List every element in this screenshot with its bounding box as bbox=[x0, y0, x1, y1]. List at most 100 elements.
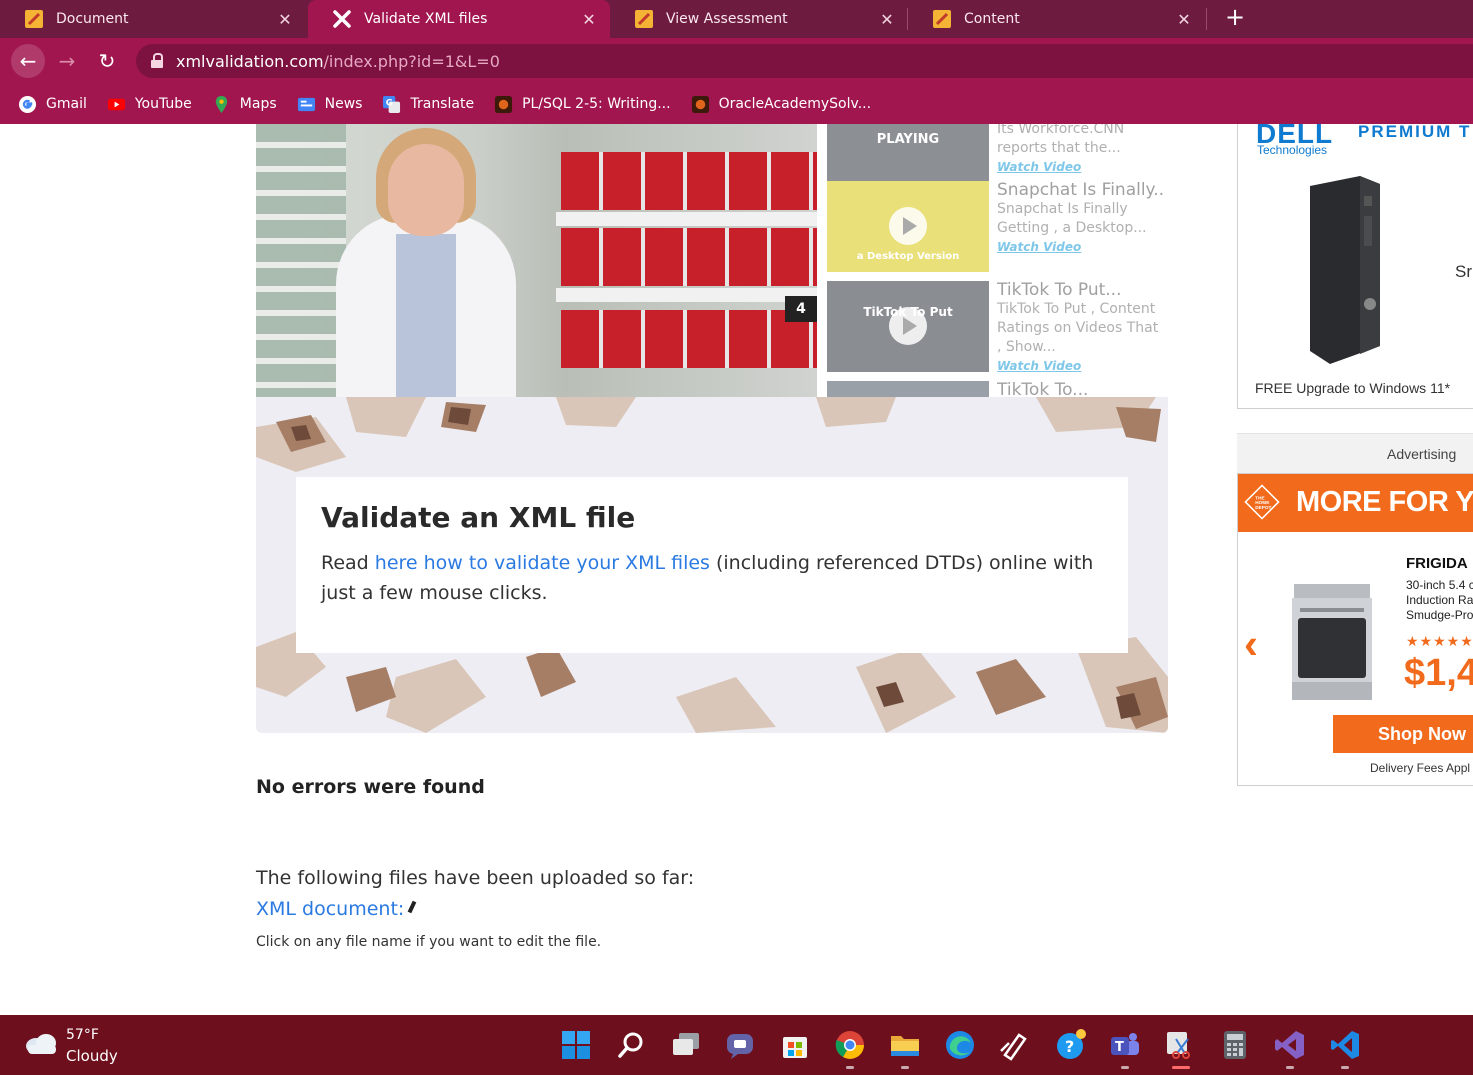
playlist-thumbnail[interactable]: a Desktop Version bbox=[827, 181, 989, 272]
address-bar[interactable]: xmlvalidation.com/index.php?id=1&L=0 bbox=[136, 44, 1473, 78]
tab-title: Validate XML files bbox=[364, 11, 488, 27]
cloud-icon[interactable] bbox=[24, 1031, 58, 1055]
bookmark-label: Translate bbox=[410, 96, 475, 112]
banner-text: MORE FOR YOU bbox=[1296, 486, 1473, 518]
translate-icon: G bbox=[383, 95, 401, 113]
video-background bbox=[556, 288, 817, 302]
bookmark-translate[interactable]: G Translate bbox=[382, 95, 474, 114]
bookmark-label: Maps bbox=[239, 96, 277, 112]
close-icon[interactable]: ✕ bbox=[580, 10, 598, 29]
file-explorer-icon[interactable] bbox=[889, 1029, 921, 1061]
play-icon[interactable] bbox=[889, 207, 927, 245]
video-presenter bbox=[396, 234, 456, 397]
shop-now-button[interactable]: Shop Now bbox=[1333, 715, 1473, 753]
advertising-label: Advertising bbox=[1387, 446, 1457, 462]
calculator-icon[interactable] bbox=[1219, 1029, 1251, 1061]
product-description: 30-inch 5.4 c Induction Ra Smudge-Pro bbox=[1406, 578, 1473, 623]
oracle-icon bbox=[495, 95, 513, 113]
teams-icon[interactable]: T bbox=[1109, 1029, 1141, 1061]
bookmark-label: Gmail bbox=[46, 96, 87, 112]
file-name[interactable]: XML document: bbox=[256, 898, 404, 920]
tab-document[interactable]: Document ✕ bbox=[0, 0, 306, 38]
close-icon[interactable]: ✕ bbox=[1175, 10, 1193, 29]
weather-condition[interactable]: Cloudy bbox=[66, 1047, 118, 1065]
running-indicator bbox=[901, 1066, 909, 1069]
vscode-icon[interactable] bbox=[1329, 1029, 1361, 1061]
close-icon[interactable]: ✕ bbox=[878, 10, 896, 29]
playlist-item[interactable]: TikTok To... bbox=[827, 381, 1167, 397]
search-icon[interactable] bbox=[615, 1029, 647, 1061]
bookmark-news[interactable]: News bbox=[297, 95, 363, 114]
teams-chat-icon[interactable] bbox=[724, 1029, 756, 1061]
playlist-item[interactable]: a Desktop Version Snapchat Is Finally...… bbox=[827, 181, 1167, 276]
tab-title: View Assessment bbox=[666, 11, 788, 27]
thumbnail-caption: a Desktop Version bbox=[856, 251, 960, 262]
bookmark-maps[interactable]: Maps bbox=[212, 95, 277, 114]
homedepot-logo: THE HOME DEPOT bbox=[1244, 484, 1280, 520]
visual-studio-icon[interactable] bbox=[1274, 1029, 1306, 1061]
bookmark-youtube[interactable]: YouTube bbox=[107, 95, 192, 114]
tab-content[interactable]: Content ✕ bbox=[908, 0, 1205, 38]
dell-tagline: Technologies bbox=[1257, 143, 1328, 157]
tab-view-assessment[interactable]: View Assessment ✕ bbox=[610, 0, 908, 38]
playlist-item[interactable]: TikTok To Put TikTok To Put... TikTok To… bbox=[827, 281, 1167, 376]
video-background bbox=[256, 124, 346, 397]
playlist-thumbnail[interactable]: TikTok To Put bbox=[827, 281, 989, 372]
url-path: /index.php?id=1&L=0 bbox=[323, 51, 500, 71]
playlist-title: TikTok To Put... bbox=[997, 281, 1122, 300]
snipping-tool-icon[interactable] bbox=[1164, 1029, 1196, 1061]
taskbar: 57°F Cloudy ? T bbox=[0, 1015, 1473, 1075]
uploaded-files-label: The following files have been uploaded s… bbox=[256, 867, 695, 889]
how-to-validate-link[interactable]: here how to validate your XML files bbox=[375, 552, 710, 574]
playlist-title: TikTok To... bbox=[997, 381, 1089, 397]
browser-toolbar: ← → ↻ xmlvalidation.com/index.php?id=1&L… bbox=[0, 38, 1473, 84]
bookmark-plsql[interactable]: PL/SQL 2-5: Writing... bbox=[494, 95, 671, 114]
tab-validate-xml[interactable]: Validate XML files ✕ bbox=[308, 0, 610, 38]
help-icon[interactable]: ? bbox=[1054, 1029, 1086, 1061]
edit-pencil-icon[interactable] bbox=[407, 901, 417, 917]
thumbnail-caption: TikTok To Put bbox=[863, 305, 953, 319]
notepad-icon bbox=[933, 10, 951, 28]
product-description-line: Induction Ra bbox=[1406, 593, 1473, 607]
windows-start-icon[interactable] bbox=[560, 1029, 592, 1061]
playlist-text: TikTok To Put... TikTok To Put , Content… bbox=[997, 281, 1163, 376]
playlist-thumbnail[interactable] bbox=[827, 381, 989, 397]
running-indicator bbox=[1286, 1066, 1294, 1069]
bookmark-oracle-academy[interactable]: OracleAcademySolv... bbox=[691, 95, 871, 114]
dell-advertisement[interactable]: DELL Technologies PREMIUM T Sr FREE Upgr… bbox=[1237, 124, 1473, 409]
video-count-badge: 4 bbox=[785, 296, 817, 322]
video-background bbox=[561, 152, 817, 210]
close-icon[interactable]: ✕ bbox=[276, 10, 294, 29]
bookmark-label: YouTube bbox=[134, 96, 192, 112]
watch-video-link[interactable]: Watch Video bbox=[997, 357, 1163, 376]
bookmark-gmail[interactable]: Gmail bbox=[18, 95, 87, 114]
running-indicator bbox=[846, 1066, 854, 1069]
video-presenter bbox=[388, 144, 464, 236]
news-icon bbox=[297, 97, 315, 111]
hero-banner: Validate an XML file Read here how to va… bbox=[256, 397, 1168, 733]
page-title: Validate an XML file bbox=[321, 501, 636, 534]
edge-icon[interactable] bbox=[944, 1029, 976, 1061]
weather-temperature[interactable]: 57°F bbox=[66, 1027, 99, 1043]
homedepot-advertisement[interactable]: THE HOME DEPOT MORE FOR YOU ‹ FRIGIDA 30… bbox=[1237, 473, 1473, 786]
back-button[interactable]: ← bbox=[11, 44, 45, 78]
bookmark-label: News bbox=[324, 96, 363, 112]
watch-video-link[interactable]: Watch Video bbox=[997, 238, 1163, 257]
tab-title: Content bbox=[964, 11, 1020, 27]
reload-button[interactable]: ↻ bbox=[90, 44, 124, 78]
watch-video-link[interactable]: Watch Video bbox=[997, 158, 1163, 177]
chrome-icon[interactable] bbox=[834, 1029, 866, 1061]
video-player[interactable]: 4 bbox=[256, 124, 817, 397]
task-view-icon[interactable] bbox=[670, 1029, 702, 1061]
validation-status: No errors were found bbox=[256, 776, 485, 798]
product-brand: FRIGIDA bbox=[1406, 555, 1468, 572]
new-tab-button[interactable]: + bbox=[1222, 3, 1248, 33]
carousel-prev-icon[interactable]: ‹ bbox=[1244, 623, 1274, 665]
logo-text: THE HOME DEPOT bbox=[1255, 496, 1272, 511]
store-icon[interactable] bbox=[779, 1029, 811, 1061]
lock-icon[interactable] bbox=[150, 53, 164, 69]
uploaded-file-link[interactable]: XML document: bbox=[256, 898, 417, 920]
forward-button[interactable]: → bbox=[50, 44, 84, 78]
pen-tool-icon[interactable] bbox=[999, 1029, 1031, 1061]
video-background bbox=[556, 212, 817, 226]
